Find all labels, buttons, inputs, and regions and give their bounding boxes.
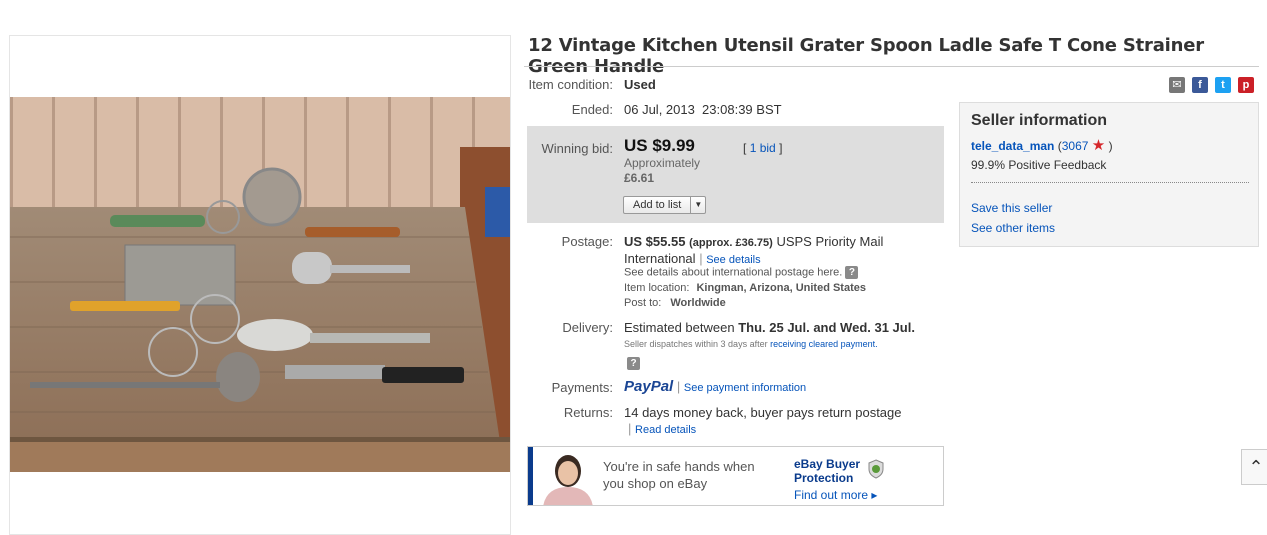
read-returns-link[interactable]: Read details	[635, 424, 696, 436]
returns-read: | Read details	[628, 421, 697, 436]
buyer-protection-banner[interactable]: You're in safe hands when you shop on eB…	[527, 446, 944, 506]
bid-bracket-close: ]	[779, 141, 783, 155]
delivery-label: Delivery:	[562, 320, 613, 335]
post-to-label: Post to:	[624, 297, 662, 309]
chevron-down-icon[interactable]: ▼	[691, 197, 705, 213]
postage-service: USPS Priority Mail	[776, 234, 884, 249]
protection-line-1: You're in safe hands when	[603, 459, 755, 474]
seller-info-panel: Seller information tele_data_man (3067 ★…	[959, 102, 1259, 247]
bid-bracket-open: [	[743, 141, 747, 155]
postage-approx: (approx. £36.75)	[689, 237, 773, 249]
ended-label: Ended:	[571, 102, 613, 117]
cleared-payment-link[interactable]: receiving cleared payment.	[770, 339, 878, 349]
banner-accent	[528, 447, 533, 505]
post-to: Post to: Worldwide	[624, 297, 726, 309]
dispatch-note: Seller dispatches within 3 days after re…	[624, 339, 878, 349]
seller-info-heading: Seller information	[971, 112, 1108, 129]
postage-label: Postage:	[561, 234, 613, 249]
seller-id-row: tele_data_man (3067 ★ )	[971, 136, 1113, 154]
condition-label: Item condition:	[528, 77, 613, 92]
title-divider	[524, 66, 1259, 67]
find-out-more-link[interactable]: Find out more ▸	[794, 488, 877, 502]
protection-brand-2: Protection	[794, 471, 854, 485]
payments-label: Payments:	[551, 380, 613, 395]
agent-avatar	[543, 455, 593, 505]
returns-label: Returns:	[563, 405, 613, 420]
bid-panel: Winning bid: US $9.99 Approximately £6.6…	[527, 126, 944, 223]
delivery-estimated: Estimated between	[624, 320, 735, 335]
protection-line-2: you shop on eBay	[603, 476, 708, 491]
paypal-logo: PayPal	[624, 378, 674, 395]
pinterest-icon[interactable]: p	[1238, 77, 1254, 93]
protection-brand-1: eBay Buyer	[794, 457, 861, 471]
payments-value: PayPal | See payment information	[624, 378, 807, 395]
dispatch-note-text: Seller dispatches within 3 days after	[624, 339, 768, 349]
postage-amount: US $55.55	[624, 234, 686, 249]
shield-icon	[868, 459, 884, 479]
item-location: Item location: Kingman, Arizona, United …	[624, 282, 866, 294]
see-postage-details-link[interactable]: See details	[706, 254, 760, 266]
post-to-value: Worldwide	[670, 297, 726, 309]
item-photo[interactable]	[10, 97, 510, 472]
approx-value: £6.61	[624, 171, 655, 185]
add-to-list-label: Add to list	[624, 197, 692, 213]
condition-value: Used	[624, 77, 656, 92]
chevron-up-icon[interactable]: ⌃	[1241, 449, 1267, 485]
score-close: )	[1108, 139, 1113, 153]
item-location-label: Item location:	[624, 282, 690, 294]
delivery-help: ?	[627, 355, 640, 371]
star-icon[interactable]: ★	[1092, 137, 1105, 154]
seller-name-link[interactable]: tele_data_man	[971, 139, 1054, 153]
facebook-icon[interactable]: f	[1192, 77, 1208, 93]
feedback-score-link[interactable]: 3067	[1062, 139, 1089, 153]
postage-value: US $55.55 (approx. £36.75) USPS Priority…	[624, 234, 884, 266]
help-icon[interactable]: ?	[627, 357, 640, 371]
image-gallery	[9, 35, 511, 535]
bid-history-link[interactable]: 1 bid	[750, 141, 776, 155]
ended-value: 06 Jul, 2013 23:08:39 BST	[624, 102, 782, 117]
email-icon[interactable]: ✉	[1169, 77, 1185, 93]
postage-service-2: International	[624, 251, 696, 266]
protection-brand: eBay Buyer Protection	[794, 457, 860, 485]
bid-count: [ 1 bid ]	[743, 141, 782, 155]
delivery-dates: Thu. 25 Jul. and Wed. 31 Jul.	[738, 320, 915, 335]
item-title: 12 Vintage Kitchen Utensil Grater Spoon …	[528, 35, 1204, 77]
delivery-value: Estimated between Thu. 25 Jul. and Wed. …	[624, 320, 915, 335]
winning-bid-label: Winning bid:	[541, 141, 613, 156]
returns-value: 14 days money back, buyer pays return po…	[624, 405, 902, 420]
protection-text: You're in safe hands when you shop on eB…	[603, 458, 755, 492]
add-to-list-button[interactable]: Add to list ▼	[623, 196, 707, 214]
item-location-value: Kingman, Arizona, United States	[696, 282, 866, 294]
see-payment-info-link[interactable]: See payment information	[684, 382, 806, 394]
positive-feedback: 99.9% Positive Feedback	[971, 158, 1107, 172]
help-icon[interactable]: ?	[845, 266, 859, 279]
approx-label: Approximately	[624, 156, 701, 170]
intl-postage-note: See details about international postage …	[624, 266, 859, 279]
save-seller-link[interactable]: Save this seller	[971, 201, 1052, 215]
twitter-icon[interactable]: t	[1215, 77, 1231, 93]
winning-bid-price: US $9.99	[624, 136, 695, 155]
seller-divider	[971, 182, 1249, 183]
other-items-link[interactable]: See other items	[971, 221, 1055, 235]
intl-note-text: See details about international postage …	[624, 266, 843, 279]
